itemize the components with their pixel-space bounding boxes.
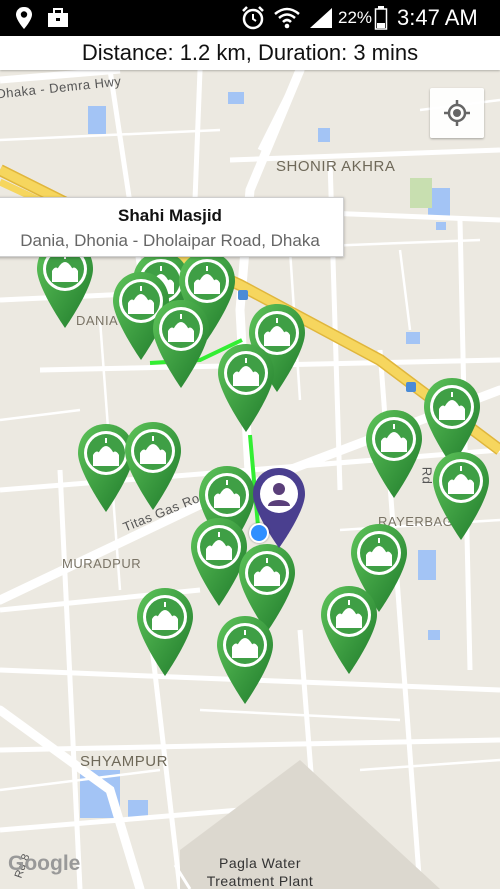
alarm-icon <box>240 0 266 36</box>
crosshair-icon <box>444 100 470 126</box>
mosque-icon <box>433 452 489 540</box>
route-info-bar: Distance: 1.2 km, Duration: 3 mins <box>0 36 500 70</box>
location-pin-icon <box>14 0 34 36</box>
info-window-title: Shahi Masjid <box>118 206 222 225</box>
marker-info-window[interactable]: Shahi Masjid Dania, Dhonia - Dholaipar R… <box>0 197 344 257</box>
mosque-icon <box>218 344 274 432</box>
route-info-text: Distance: 1.2 km, Duration: 3 mins <box>81 40 419 65</box>
current-location-dot <box>249 523 269 543</box>
info-window-snippet: Dania, Dhonia - Dholaipar Road, Dhaka <box>20 231 320 250</box>
mosque-icon <box>137 588 193 676</box>
battery-icon <box>374 0 388 36</box>
poi-label-line1: Pagla Water <box>218 855 301 871</box>
mosque-marker[interactable] <box>214 614 276 706</box>
map-view[interactable]: Dhaka - Demra Hwy SHONIR AKHRA DANIA Tit… <box>0 70 500 889</box>
mosque-marker[interactable] <box>122 420 184 512</box>
signal-icon <box>308 0 334 36</box>
mosque-marker[interactable] <box>318 584 380 676</box>
mosque-marker[interactable] <box>134 586 196 678</box>
mosque-icon <box>153 300 209 388</box>
area-label-muradpur: MURADPUR <box>62 556 142 571</box>
mosque-icon <box>321 586 377 674</box>
area-label-shyampur: SHYAMPUR <box>80 753 168 770</box>
poi-label-line2: Treatment Plant <box>206 873 314 889</box>
area-label-shonir-akhra: SHONIR AKHRA <box>276 158 396 175</box>
mosque-icon <box>217 616 273 704</box>
mosque-marker[interactable] <box>215 342 277 434</box>
google-attribution: Google <box>8 852 81 875</box>
clock: 3:47 AM <box>397 5 478 30</box>
my-location-button[interactable] <box>430 88 484 138</box>
poi-label-pagla: Pagla Water Treatment Plant <box>200 854 320 889</box>
mosque-icon <box>125 422 181 510</box>
wifi-icon <box>274 0 300 36</box>
mosque-icon <box>366 410 422 498</box>
mosque-marker[interactable] <box>363 408 425 500</box>
mosque-marker[interactable] <box>430 450 492 542</box>
briefcase-icon <box>46 0 70 36</box>
mosque-marker[interactable] <box>150 298 212 390</box>
battery-percent: 22% <box>338 8 373 27</box>
status-bar: 22% 3:47 AM <box>0 0 500 36</box>
